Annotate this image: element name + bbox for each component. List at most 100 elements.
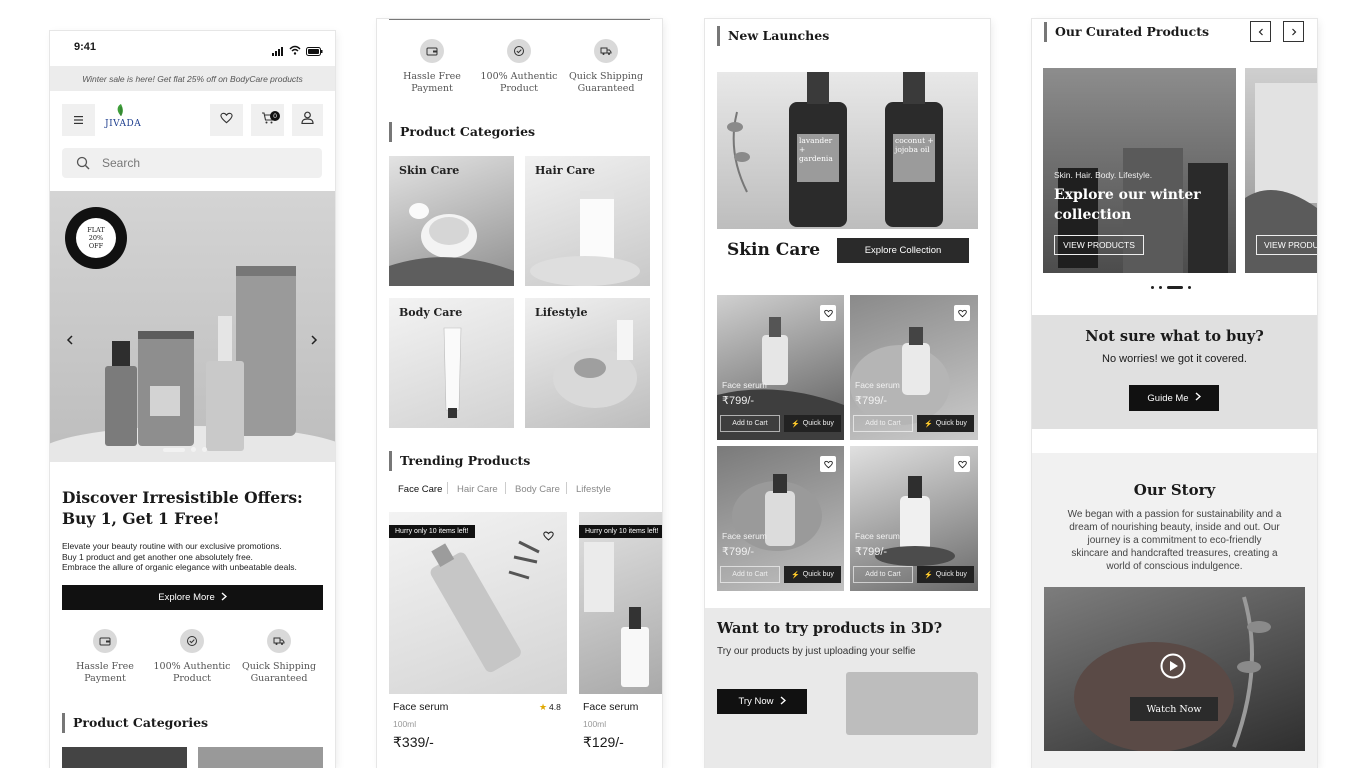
offer-desc-line1: Elevate your beauty routine with our exc… bbox=[62, 541, 282, 551]
prev-slide-icon[interactable] bbox=[66, 332, 74, 350]
quick-buy-button[interactable]: ⚡ Quick buy bbox=[917, 566, 974, 583]
guide-section: Not sure what to buy? No worries! we got… bbox=[1032, 315, 1317, 429]
try-now-button[interactable]: Try Now bbox=[717, 689, 807, 714]
add-to-cart-button[interactable]: Add to Cart bbox=[853, 566, 913, 583]
category-body-care[interactable]: Body Care bbox=[389, 298, 514, 428]
product-card[interactable]: Face serum ₹799/- Add to Cart ⚡ Quick buy bbox=[717, 446, 844, 591]
story-line4: skincare and handcrafted treasures, crea… bbox=[1071, 548, 1278, 559]
product-rating: 4.8 bbox=[549, 702, 561, 712]
feature-authentic: 100% Authentic Product bbox=[479, 39, 559, 95]
carousel-dot-active[interactable] bbox=[1167, 286, 1183, 289]
wishlist-heart-icon[interactable] bbox=[820, 456, 836, 472]
tab-body-care[interactable]: Body Care bbox=[515, 484, 560, 495]
chevron-right-icon bbox=[780, 695, 786, 708]
category-lifestyle-label: Lifestyle bbox=[535, 306, 588, 319]
carousel-dot[interactable] bbox=[202, 447, 207, 452]
category-tile-peek[interactable] bbox=[62, 747, 187, 768]
chevron-right-icon bbox=[1195, 392, 1201, 404]
not-sure-title: Not sure what to buy? bbox=[1085, 328, 1264, 345]
story-video[interactable]: Watch Now bbox=[1044, 587, 1305, 751]
add-to-cart-button[interactable]: Add to Cart bbox=[720, 415, 780, 432]
tab-face-care[interactable]: Face Care bbox=[398, 484, 442, 495]
explore-more-label: Explore More bbox=[158, 592, 215, 603]
curated-title: Our Curated Products bbox=[1044, 22, 1209, 42]
guide-me-label: Guide Me bbox=[1147, 392, 1189, 404]
not-sure-description: No worries! we got it covered. bbox=[1102, 353, 1247, 365]
product-image bbox=[389, 512, 567, 694]
feature-payment: Hassle Free Payment bbox=[392, 39, 472, 95]
category-hair-care[interactable]: Hair Care bbox=[525, 156, 650, 286]
carousel-prev-button[interactable] bbox=[1250, 21, 1271, 42]
curated-slide-peek[interactable]: VIEW PRODU bbox=[1245, 68, 1317, 273]
play-icon[interactable] bbox=[1160, 653, 1186, 684]
cart-button[interactable]: 0 bbox=[251, 104, 284, 136]
carousel-next-button[interactable] bbox=[1283, 21, 1304, 42]
screen-categories: Hassle Free Payment 100% Authentic Produ… bbox=[377, 19, 662, 768]
product-card[interactable]: Face serum ₹799/- Add to Cart ⚡ Quick buy bbox=[850, 295, 978, 440]
wishlist-heart-icon[interactable] bbox=[954, 456, 970, 472]
launch-banner-image[interactable]: lavander + gardenia coconut + jojoba oil bbox=[717, 72, 978, 229]
quick-buy-label: Quick buy bbox=[935, 420, 967, 427]
explore-collection-button[interactable]: Explore Collection bbox=[837, 238, 969, 263]
category-skin-care[interactable]: Skin Care bbox=[389, 156, 514, 286]
explore-more-button[interactable]: Explore More bbox=[62, 585, 323, 610]
card-product-price: ₹799/- bbox=[722, 395, 755, 407]
feature-authentic-line1: 100% Authentic bbox=[153, 661, 231, 672]
curated-slide[interactable]: Skin. Hair. Body. Lifestyle. Explore our… bbox=[1043, 68, 1236, 273]
carousel-dot[interactable] bbox=[1151, 286, 1154, 289]
carousel-dot[interactable] bbox=[191, 447, 196, 452]
tab-hair-care[interactable]: Hair Care bbox=[457, 484, 498, 495]
carousel-dot-active[interactable] bbox=[163, 447, 185, 452]
quick-buy-button[interactable]: ⚡ Quick buy bbox=[784, 415, 841, 432]
add-to-cart-button[interactable]: Add to Cart bbox=[720, 566, 780, 583]
watch-now-button[interactable]: Watch Now bbox=[1130, 697, 1218, 721]
signal-icon bbox=[272, 43, 285, 61]
menu-button[interactable] bbox=[62, 104, 95, 136]
feature-payment: Hassle Free Payment bbox=[65, 629, 145, 685]
tab-divider bbox=[447, 482, 448, 494]
add-to-cart-button[interactable]: Add to Cart bbox=[853, 415, 913, 432]
product-card[interactable]: Hurry only 10 items left! Face serum ★ 4… bbox=[389, 512, 567, 768]
tab-divider bbox=[505, 482, 506, 494]
card-product-name: Face serum bbox=[722, 531, 767, 541]
carousel-dot[interactable] bbox=[1159, 286, 1162, 289]
product-card[interactable]: Hurry only 10 items left! Face serum 100… bbox=[579, 512, 662, 768]
wishlist-button[interactable] bbox=[210, 104, 243, 136]
feature-shipping: Quick Shipping Guaranteed bbox=[239, 629, 319, 685]
quick-buy-button[interactable]: ⚡ Quick buy bbox=[784, 566, 841, 583]
wishlist-heart-icon[interactable] bbox=[820, 305, 836, 321]
guide-me-button[interactable]: Guide Me bbox=[1129, 385, 1219, 411]
account-button[interactable] bbox=[292, 104, 323, 136]
tab-lifestyle[interactable]: Lifestyle bbox=[576, 484, 611, 495]
stock-tag: Hurry only 10 items left! bbox=[579, 525, 662, 538]
try-3d-title: Want to try products in 3D? bbox=[717, 620, 943, 637]
carousel-dot[interactable] bbox=[1188, 286, 1191, 289]
product-card[interactable]: Face serum ₹799/- Add to Cart ⚡ Quick buy bbox=[717, 295, 844, 440]
wishlist-heart-icon[interactable] bbox=[954, 305, 970, 321]
slide-title: Explore our winter collection bbox=[1054, 185, 1201, 225]
product-price: ₹129/- bbox=[583, 734, 624, 750]
product-size: 100ml bbox=[583, 719, 607, 729]
feature-authentic-line2: Product bbox=[173, 673, 211, 684]
category-tile-peek[interactable] bbox=[198, 747, 323, 768]
view-products-button[interactable]: VIEW PRODU bbox=[1256, 235, 1317, 255]
feature-shipping: Quick Shipping Guaranteed bbox=[566, 39, 646, 95]
hero-carousel[interactable]: FLAT 20% OFF bbox=[50, 191, 335, 462]
offer-desc-line2: Buy 1 product and get another one absolu… bbox=[62, 551, 253, 562]
product-card[interactable]: Face serum ₹799/- Add to Cart ⚡ Quick buy bbox=[850, 446, 978, 591]
wifi-icon bbox=[289, 42, 301, 60]
product-name: Face serum bbox=[393, 701, 449, 713]
wishlist-heart-icon[interactable] bbox=[543, 528, 554, 546]
feature-shipping-line1: Quick Shipping bbox=[241, 661, 317, 672]
next-slide-icon[interactable] bbox=[310, 332, 318, 350]
offer-badge-text: FLAT 20% OFF bbox=[87, 226, 105, 250]
view-products-button[interactable]: VIEW PRODUCTS bbox=[1054, 235, 1144, 255]
star-icon: ★ bbox=[539, 702, 548, 712]
search-icon bbox=[76, 156, 90, 175]
quick-buy-button[interactable]: ⚡ Quick buy bbox=[917, 415, 974, 432]
brand-logo[interactable]: JIVADA bbox=[104, 103, 144, 135]
category-lifestyle[interactable]: Lifestyle bbox=[525, 298, 650, 428]
card-product-name: Face serum bbox=[722, 380, 767, 390]
quick-buy-label: Quick buy bbox=[802, 571, 834, 578]
search-bar[interactable]: Search bbox=[62, 148, 322, 178]
